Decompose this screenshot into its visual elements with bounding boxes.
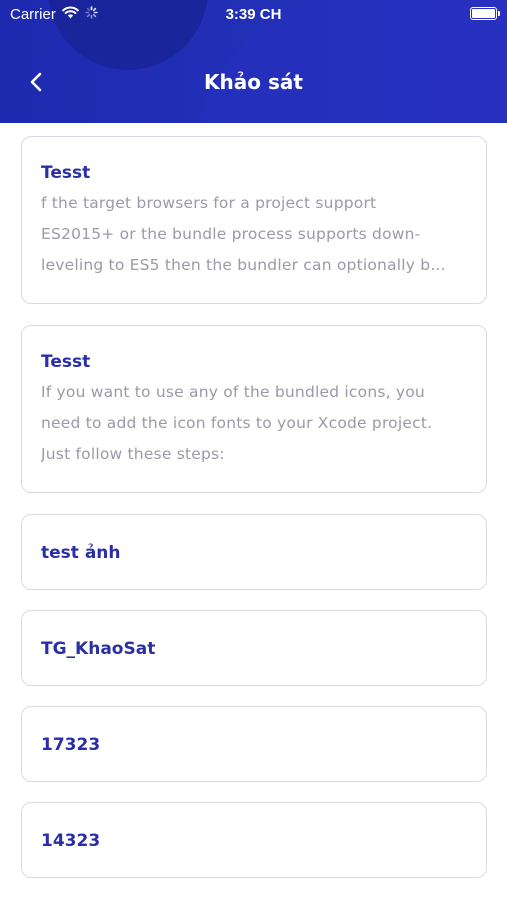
survey-title: test ảnh: [41, 543, 121, 563]
survey-card[interactable]: 14323: [21, 802, 487, 878]
survey-description: f the target browsers for a project supp…: [41, 188, 467, 281]
status-bar: Carrier 3:39 CH: [0, 0, 507, 30]
survey-description-line: need to add the icon fonts to your Xcode…: [41, 414, 433, 432]
survey-card[interactable]: 17323: [21, 706, 487, 782]
survey-card[interactable]: TG_KhaoSat: [21, 610, 487, 686]
survey-title: 17323: [41, 735, 101, 755]
survey-description-line: If you want to use any of the bundled ic…: [41, 383, 425, 401]
survey-card[interactable]: test ảnh: [21, 514, 487, 590]
survey-card[interactable]: Tesst If you want to use any of the bund…: [21, 325, 487, 493]
survey-description-line: f the target browsers for a project supp…: [41, 194, 377, 212]
battery-icon: [470, 7, 500, 20]
status-time: 3:39 CH: [225, 6, 282, 23]
survey-description-line: ES2015+ or the bundle process supports d…: [41, 225, 421, 243]
survey-title: TG_KhaoSat: [41, 639, 156, 659]
survey-description-line: Just follow these steps:: [41, 445, 225, 463]
survey-list: Tesst f the target browsers for a projec…: [21, 136, 487, 898]
survey-description-line: leveling to ES5 then the bundler can opt…: [41, 256, 446, 274]
survey-title: 14323: [41, 831, 101, 851]
survey-title: Tesst: [41, 352, 91, 372]
survey-card[interactable]: Tesst f the target browsers for a projec…: [21, 136, 487, 304]
page-title: Khảo sát: [204, 70, 303, 94]
nav-header: Carrier 3:39 CH Khảo sát: [0, 0, 507, 123]
survey-title: Tesst: [41, 163, 91, 183]
survey-description: If you want to use any of the bundled ic…: [41, 377, 467, 470]
